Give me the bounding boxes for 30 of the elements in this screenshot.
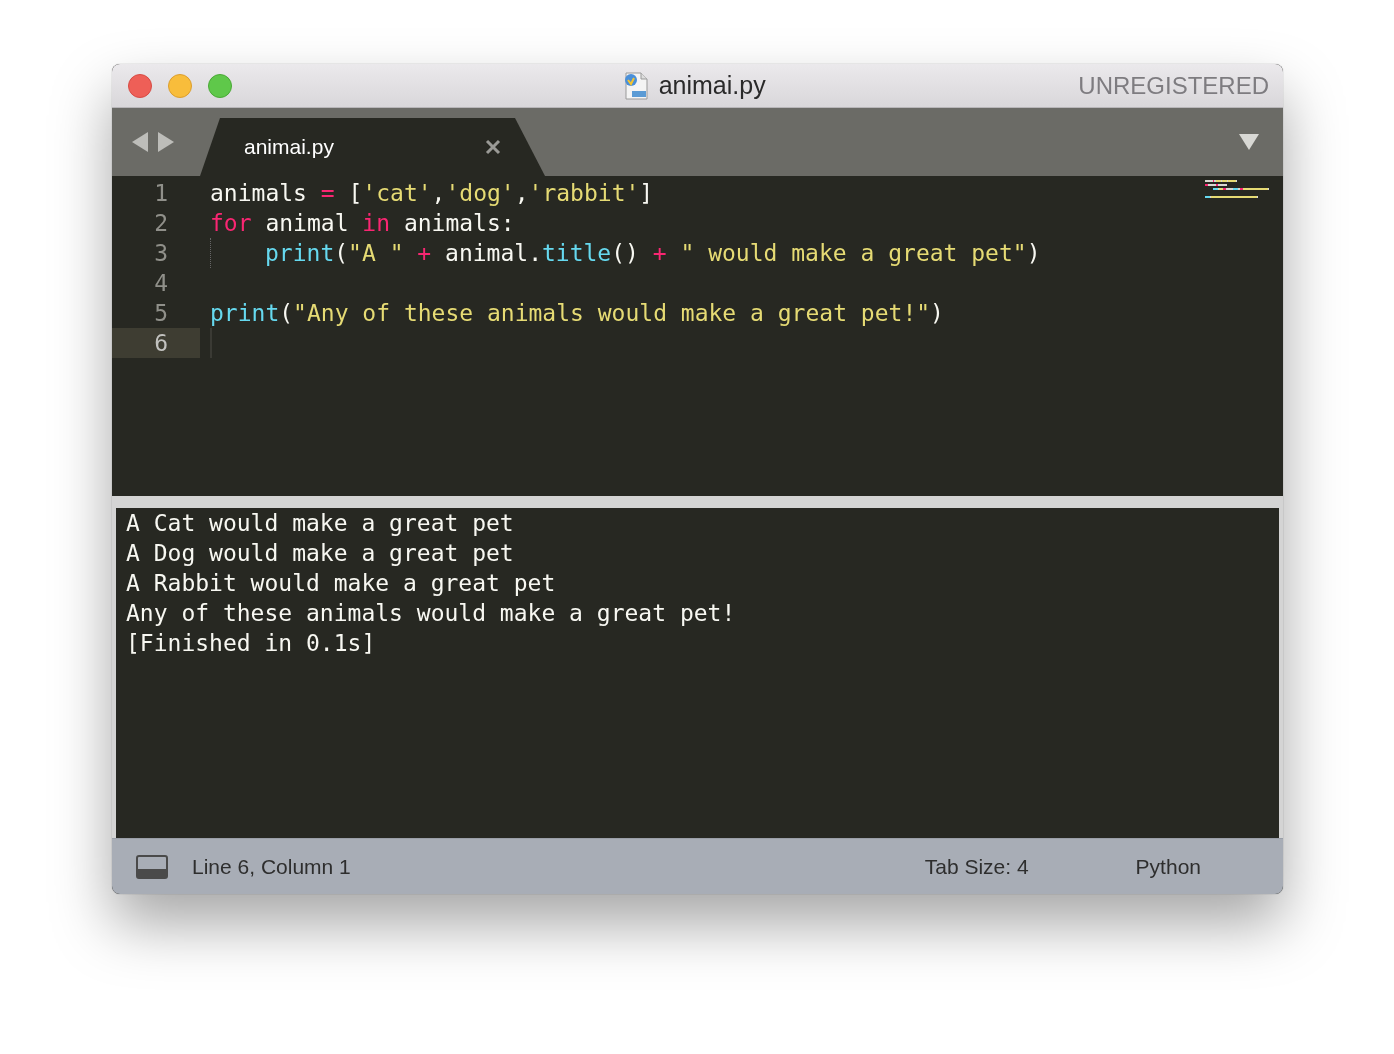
code-line: print("Any of these animals would make a great pet!") — [210, 299, 944, 328]
line-number: 5 — [153, 299, 169, 328]
syntax-label[interactable]: Python — [1135, 850, 1201, 883]
minimize-button[interactable] — [168, 73, 192, 98]
minimap-drawing — [1205, 180, 1269, 198]
left-arrow-icon[interactable] — [132, 132, 148, 152]
line-number: 4 — [153, 269, 169, 298]
output-line: A Dog would make a great pet — [126, 539, 515, 568]
panel-icon[interactable] — [136, 854, 168, 879]
line-number: 2 — [153, 209, 169, 238]
output-line: A Cat would make a great pet — [126, 509, 515, 538]
code-line: animals = ['cat','dog','rabbit'] — [210, 179, 654, 208]
output-line: A Rabbit would make a great pet — [126, 569, 557, 598]
dropdown-icon[interactable] — [1239, 134, 1259, 150]
close-button[interactable] — [128, 73, 152, 98]
zoom-button[interactable] — [208, 73, 232, 98]
code-line: print("A " + animal.title() + " would make a great pet") — [265, 239, 1041, 268]
tab-size-label[interactable]: Tab Size: 4 — [924, 850, 1029, 883]
output-line: Any of these animals would make a great pet! — [126, 599, 737, 628]
line-number: 3 — [153, 239, 169, 268]
close-icon[interactable] — [485, 139, 501, 155]
line-number: 1 — [153, 179, 169, 208]
file-tab[interactable]: animai.py — [200, 118, 545, 176]
code-line: for animal in animals: — [210, 209, 515, 238]
window-title: animai.py — [658, 69, 766, 101]
line-number: 6 — [112, 328, 200, 358]
right-arrow-icon[interactable] — [158, 132, 174, 152]
output-line: [Finished in 0.1s] — [126, 629, 377, 658]
cursor-position: Line 6, Column 1 — [192, 853, 351, 880]
license-label: UNREGISTERED — [1078, 70, 1269, 101]
